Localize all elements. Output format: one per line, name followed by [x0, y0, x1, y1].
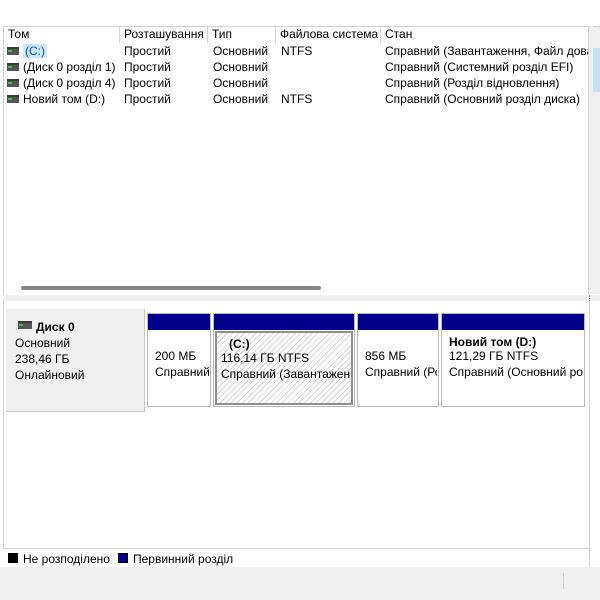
volume-name: Новий том (D:): [23, 92, 106, 106]
partition-status: Справний (Завантаження, Файл довантаженн…: [221, 367, 351, 381]
partition-status: Справний (Розділ відновлення): [365, 365, 437, 379]
disk-kind: Основний: [15, 336, 71, 350]
primary-partition-swatch: [118, 553, 128, 563]
partition-status: Справний (Системний розділ EFI): [155, 365, 209, 379]
volume-type: Основний: [213, 44, 269, 58]
partition-size: 116,14 ГБ NTFS: [221, 351, 310, 365]
primary-partition-bar: [442, 314, 584, 330]
column-header-layout[interactable]: Розташування: [120, 27, 208, 43]
partition-body: 856 МБ Справний (Розділ відновлення): [359, 331, 437, 405]
volume-type: Основний: [213, 76, 269, 90]
disk-state: Онлайновий: [15, 368, 85, 382]
volume-layout: Простий: [124, 92, 171, 106]
partition-d[interactable]: Новий том (D:) 121,29 ГБ NTFS Справний (…: [441, 313, 585, 407]
column-header-type[interactable]: Тип: [208, 27, 276, 43]
unallocated-swatch: [8, 553, 18, 563]
volume-type: Основний: [213, 60, 269, 74]
drive-icon: [7, 47, 19, 55]
horizontal-scrollbar[interactable]: [4, 281, 589, 295]
volume-type: Основний: [213, 92, 269, 106]
volume-list[interactable]: Том Розташування Тип Файлова система Ста…: [3, 26, 589, 296]
vertical-scrollbar[interactable]: [588, 26, 600, 294]
volume-filesystem: NTFS: [281, 92, 313, 106]
partition-c[interactable]: (C:) 116,14 ГБ NTFS Справний (Завантажен…: [213, 313, 355, 407]
volume-layout: Простий: [124, 76, 171, 90]
volume-name: (Диск 0 розділ 4): [23, 76, 116, 90]
partition-body: Новий том (D:) 121,29 ГБ NTFS Справний (…: [443, 331, 583, 405]
volume-filesystem: NTFS: [281, 44, 313, 58]
column-header-status[interactable]: Стан: [381, 27, 589, 43]
volume-row[interactable]: (Диск 0 розділ 4) Простий Основний Справ…: [4, 75, 589, 91]
volume-status: Справний (Системний розділ EFI): [385, 60, 574, 74]
disk-icon: [18, 321, 32, 329]
primary-partition-bar: [148, 314, 210, 330]
volume-layout: Простий: [124, 44, 171, 58]
volume-row[interactable]: Новий том (D:) Простий Основний NTFS Спр…: [4, 91, 589, 107]
legend: Не розподілено Первинний розділ: [3, 548, 588, 567]
legend-unallocated-label: Не розподілено: [23, 552, 110, 566]
volume-status: Справний (Завантаження, Файл довантаженн…: [385, 44, 589, 58]
legend-primary-label: Первинний розділ: [133, 552, 234, 566]
partition-efi[interactable]: 200 МБ Справний (Системний розділ EFI): [147, 313, 211, 407]
partition-size: 856 МБ: [365, 349, 407, 363]
partition-body: 200 МБ Справний (Системний розділ EFI): [149, 331, 209, 405]
partition-recovery[interactable]: 856 МБ Справний (Розділ відновлення): [357, 313, 439, 407]
drive-icon: [7, 95, 19, 103]
disk-info-box[interactable]: Диск 0 Основний 238,46 ГБ Онлайновий: [6, 309, 145, 412]
drive-icon: [7, 63, 19, 71]
column-header-filesystem[interactable]: Файлова система: [276, 27, 381, 43]
volume-status: Справний (Розділ відновлення): [385, 76, 560, 90]
scrollbar-thumb[interactable]: [593, 48, 600, 92]
volume-status: Справний (Основний розділ диска): [385, 92, 580, 106]
disk-name: Диск 0: [36, 320, 75, 334]
partition-status: Справний (Основний розділ диска): [449, 365, 583, 379]
partition-title: (C:): [229, 337, 250, 351]
primary-partition-bar: [358, 314, 438, 330]
partition-title: Новий том (D:): [449, 335, 537, 349]
volume-row[interactable]: (Диск 0 розділ 1) Простий Основний Справ…: [4, 59, 589, 75]
status-bar: [0, 567, 600, 600]
partition-size: 200 МБ: [155, 349, 197, 363]
status-separator: [563, 573, 564, 589]
volume-row[interactable]: (C:) Простий Основний NTFS Справний (Зав…: [4, 43, 589, 59]
scrollbar-thumb[interactable]: [21, 286, 321, 290]
scrollbar-edge: [593, 26, 600, 27]
volume-name[interactable]: (C:): [23, 44, 47, 58]
disk-size: 238,46 ГБ: [15, 352, 70, 366]
disk-map-pane[interactable]: Диск 0 Основний 238,46 ГБ Онлайновий 200…: [3, 301, 590, 568]
primary-partition-bar: [214, 314, 354, 330]
volume-layout: Простий: [124, 60, 171, 74]
partition-size: 121,29 ГБ NTFS: [449, 349, 539, 363]
column-header-volume[interactable]: Том: [4, 27, 120, 43]
volume-name: (Диск 0 розділ 1): [23, 60, 116, 74]
column-header-row: Том Розташування Тип Файлова система Ста…: [4, 27, 589, 43]
drive-icon: [7, 79, 19, 87]
partition-body: (C:) 116,14 ГБ NTFS Справний (Завантажен…: [215, 331, 353, 405]
